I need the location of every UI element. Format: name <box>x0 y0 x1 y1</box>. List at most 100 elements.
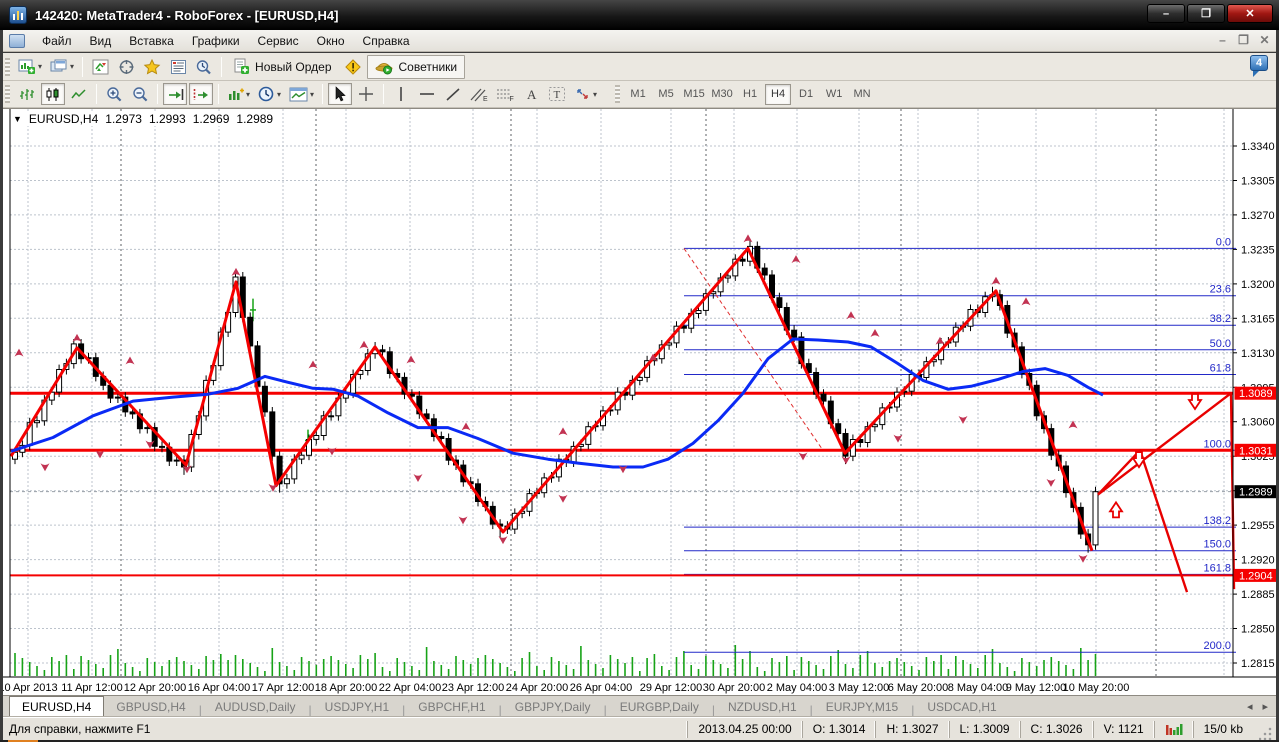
mdi-restore-button[interactable]: ❐ <box>1236 33 1251 47</box>
terminal-button[interactable] <box>166 56 190 78</box>
chart-tab-EURUSD,H4[interactable]: EURUSD,H4 <box>9 696 105 717</box>
chart-tab-AUDUSD,Daily[interactable]: AUDUSD,Daily <box>203 698 308 717</box>
toolbar-grip[interactable] <box>5 57 10 76</box>
svg-text:1.3340: 1.3340 <box>1241 141 1275 153</box>
auto-scroll-button[interactable] <box>163 83 187 105</box>
vertical-line-tool-button[interactable] <box>389 83 413 105</box>
timeframe-H4[interactable]: H4 <box>765 83 792 105</box>
equidistant-channel-tool-button[interactable]: E <box>467 83 491 105</box>
chart-symbol-period: EURUSD,H4 <box>28 112 99 126</box>
svg-text:18 Apr 20:00: 18 Apr 20:00 <box>315 682 377 694</box>
zoom-out-button[interactable] <box>128 83 152 105</box>
close-button[interactable]: ✕ <box>1227 4 1273 23</box>
chart-tab-GBPCHF,H1[interactable]: GBPCHF,H1 <box>406 698 497 717</box>
tab-scroll-right-icon[interactable]: ▸ <box>1262 700 1268 713</box>
timeframe-MN[interactable]: MN <box>849 84 875 105</box>
candlestick-chart-button[interactable] <box>41 83 65 105</box>
horizontal-line-tool-button[interactable] <box>415 83 439 105</box>
status-bar: Для справки, нажмите F1 2013.04.25 00:00… <box>3 717 1276 740</box>
resize-grip[interactable] <box>1259 726 1273 740</box>
text-tool-button[interactable]: A <box>519 83 543 105</box>
timeframe-H1[interactable]: H1 <box>737 84 763 105</box>
svg-text:38.2: 38.2 <box>1210 313 1231 325</box>
price-chart[interactable]: 1.3340 1.3305 1.3270 1.3235 1.3200 1.3165 1.31… <box>3 109 1276 696</box>
chart-area[interactable]: ▼ EURUSD,H4 1.2973 1.2993 1.2969 1.2989 … <box>3 108 1276 695</box>
chart-collapse-icon[interactable]: ▼ <box>13 114 22 124</box>
svg-text:150.0: 150.0 <box>1203 539 1231 551</box>
svg-text:1.3165: 1.3165 <box>1241 313 1275 325</box>
timeframe-buttons: M1 M5 M15 M30 H1 H4 D1 W1 MN <box>624 83 876 105</box>
menu-item-Вид[interactable]: Вид <box>81 31 121 51</box>
trendline-tool-button[interactable] <box>441 83 465 105</box>
expert-advisors-button[interactable]: Советники <box>366 54 466 79</box>
indicators-button[interactable]: ▾ <box>224 83 253 105</box>
title-bar[interactable]: 142420: MetaTrader4 - RoboForex - [EURUS… <box>0 0 1279 30</box>
chart-tab-EURJPY,M15[interactable]: EURJPY,M15 <box>814 698 910 717</box>
new-order-button[interactable]: Новый Ордер <box>226 55 338 79</box>
cursor-tool-button[interactable] <box>328 83 353 105</box>
chart-tab-USDJPY,H1[interactable]: USDJPY,H1 <box>313 698 401 717</box>
restore-button[interactable]: ❐ <box>1187 4 1225 23</box>
chart-tab-NZDUSD,H1[interactable]: NZDUSD,H1 <box>716 698 809 717</box>
crosshair-tool-button[interactable] <box>354 83 378 105</box>
strategy-tester-button[interactable] <box>192 56 216 78</box>
status-traffic: 15/0 kb <box>1192 720 1253 738</box>
timeframe-D1[interactable]: D1 <box>793 84 819 105</box>
profiles-button[interactable]: ▾ <box>47 56 77 78</box>
favorites-button[interactable] <box>140 56 164 78</box>
mdi-close-button[interactable]: ✕ <box>1257 33 1272 47</box>
menu-item-Вставка[interactable]: Вставка <box>120 31 183 51</box>
svg-text:50.0: 50.0 <box>1210 338 1231 350</box>
chart-tab-EURGBP,Daily[interactable]: EURGBP,Daily <box>608 698 711 717</box>
menu-item-Файл[interactable]: Файл <box>33 31 81 51</box>
chevron-down-icon: ▾ <box>38 62 43 71</box>
menu-item-Справка[interactable]: Справка <box>354 31 419 51</box>
periods-button[interactable]: ▾ <box>255 83 284 105</box>
market-watch-button[interactable] <box>88 56 112 78</box>
notification-count: 4 <box>1250 55 1268 71</box>
timeframes-toolbar: M1 M5 M15 M30 H1 H4 D1 W1 MN <box>613 83 876 105</box>
svg-text:100.0: 100.0 <box>1203 438 1231 450</box>
new-chart-button[interactable]: ▾ <box>15 56 45 78</box>
status-low: L: 1.3009 <box>948 720 1020 738</box>
svg-text:1.2885: 1.2885 <box>1241 589 1275 601</box>
svg-text:1.2920: 1.2920 <box>1241 555 1275 567</box>
svg-text:24 Apr 20:00: 24 Apr 20:00 <box>506 682 568 694</box>
chart-system-icon[interactable] <box>9 33 25 48</box>
toolbar-grip[interactable] <box>615 85 621 103</box>
bar-chart-button[interactable] <box>15 83 39 105</box>
chevron-down-icon: ▾ <box>70 62 75 71</box>
arrows-tool-button[interactable]: ▾ <box>571 83 600 105</box>
templates-button[interactable]: ▾ <box>286 83 317 105</box>
timeframe-M1[interactable]: M1 <box>625 84 651 105</box>
tab-scroll-left-icon[interactable]: ◂ <box>1247 700 1253 713</box>
timeframe-W1[interactable]: W1 <box>821 84 847 105</box>
toolbar-grip[interactable] <box>5 85 10 103</box>
menu-item-Графики[interactable]: Графики <box>183 31 249 51</box>
mdi-minimize-button[interactable]: – <box>1215 33 1230 47</box>
svg-text:T: T <box>554 89 561 101</box>
text-label-tool-button[interactable]: T <box>545 83 569 105</box>
timeframe-M30[interactable]: M30 <box>709 84 735 105</box>
chart-tabs: EURUSD,H4 GBPUSD,H4 | AUDUSD,Daily | USDJPY,H… <box>3 696 1009 717</box>
line-chart-button[interactable] <box>67 83 91 105</box>
svg-text:16 Apr 04:00: 16 Apr 04:00 <box>188 682 250 694</box>
chart-shift-button[interactable] <box>189 83 213 105</box>
alert-icon[interactable] <box>340 56 366 78</box>
chart-tab-GBPUSD,H4[interactable]: GBPUSD,H4 <box>104 698 197 717</box>
notification-bubble[interactable]: 4 <box>1250 55 1270 77</box>
menu-item-Сервис[interactable]: Сервис <box>249 31 308 51</box>
minimize-button[interactable]: – <box>1147 4 1185 23</box>
chart-tab-GBPJPY,Daily[interactable]: GBPJPY,Daily <box>503 698 603 717</box>
timeframe-M15[interactable]: M15 <box>681 84 707 105</box>
timeframe-M5[interactable]: M5 <box>653 84 679 105</box>
mt4-window: 142420: MetaTrader4 - RoboForex - [EURUS… <box>0 0 1279 742</box>
status-high: H: 1.3027 <box>875 720 948 738</box>
menu-item-Окно[interactable]: Окно <box>308 31 354 51</box>
navigator-button[interactable] <box>114 56 138 78</box>
charts-toolbar: ▾ ▾ ▾ E F A T ▾ M1 M5 M15 M30 H1 H4 D1 W… <box>3 81 1276 108</box>
fibonacci-tool-button[interactable]: F <box>493 83 517 105</box>
zoom-in-button[interactable] <box>102 83 126 105</box>
chart-tab-USDCAD,H1[interactable]: USDCAD,H1 <box>915 698 1008 717</box>
mt4-logo-icon <box>9 6 27 24</box>
